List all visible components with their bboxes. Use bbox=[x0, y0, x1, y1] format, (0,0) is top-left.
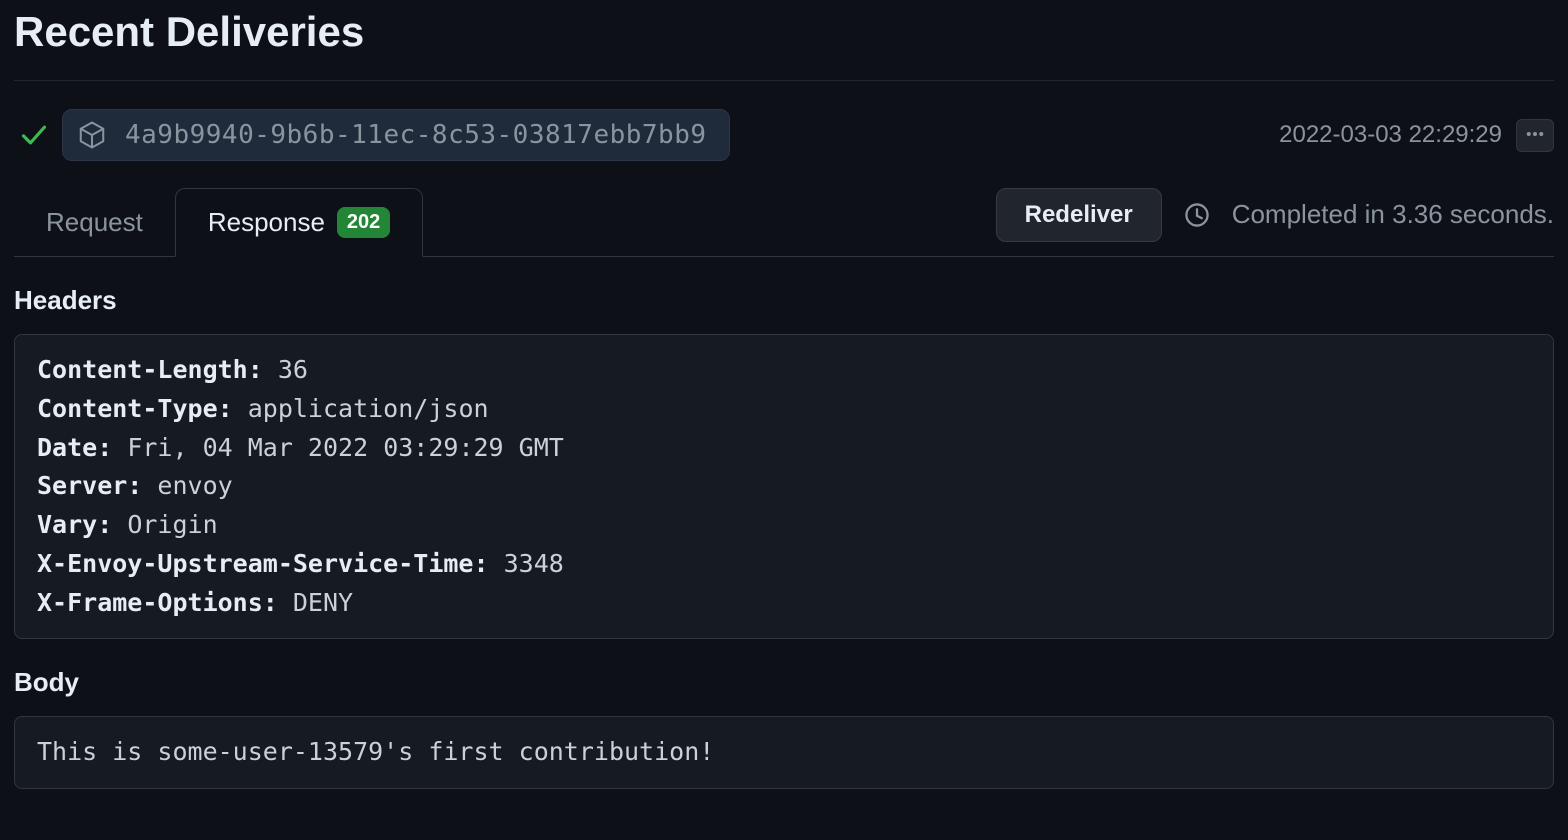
headers-block: Content-Length: 36Content-Type: applicat… bbox=[14, 334, 1554, 639]
header-line: Content-Type: application/json bbox=[37, 390, 1531, 429]
package-icon bbox=[77, 120, 107, 150]
header-value: Origin bbox=[112, 510, 217, 539]
header-line: X-Envoy-Upstream-Service-Time: 3348 bbox=[37, 545, 1531, 584]
header-name: Vary: bbox=[37, 510, 112, 539]
body-heading: Body bbox=[14, 667, 1554, 698]
header-name: Content-Type: bbox=[37, 394, 233, 423]
body-block: This is some-user-13579's first contribu… bbox=[14, 716, 1554, 789]
completed-text: Completed in 3.36 seconds. bbox=[1232, 199, 1554, 230]
header-name: X-Frame-Options: bbox=[37, 588, 278, 617]
header-name: Content-Length: bbox=[37, 355, 263, 384]
tab-request[interactable]: Request bbox=[14, 189, 175, 256]
redeliver-button[interactable]: Redeliver bbox=[996, 188, 1162, 242]
header-line: Vary: Origin bbox=[37, 506, 1531, 545]
tabs-row: Request Response 202 Redeliver Completed… bbox=[14, 187, 1554, 257]
kebab-icon bbox=[1525, 124, 1545, 147]
header-line: Date: Fri, 04 Mar 2022 03:29:29 GMT bbox=[37, 429, 1531, 468]
tab-response-label: Response bbox=[208, 207, 325, 238]
header-name: Server: bbox=[37, 471, 142, 500]
header-line: Content-Length: 36 bbox=[37, 351, 1531, 390]
delivery-id: 4a9b9940-9b6b-11ec-8c53-03817ebb7bb9 bbox=[125, 120, 707, 150]
header-value: envoy bbox=[142, 471, 232, 500]
header-value: 36 bbox=[263, 355, 308, 384]
status-badge: 202 bbox=[337, 207, 390, 238]
delivery-menu-button[interactable] bbox=[1516, 119, 1554, 152]
header-value: application/json bbox=[233, 394, 489, 423]
header-value: 3348 bbox=[489, 549, 564, 578]
header-name: X-Envoy-Upstream-Service-Time: bbox=[37, 549, 489, 578]
header-line: Server: envoy bbox=[37, 467, 1531, 506]
clock-icon bbox=[1184, 202, 1210, 228]
delivery-row: 4a9b9940-9b6b-11ec-8c53-03817ebb7bb9 202… bbox=[14, 81, 1554, 179]
page-title: Recent Deliveries bbox=[14, 8, 1554, 81]
header-name: Date: bbox=[37, 433, 112, 462]
header-line: X-Frame-Options: DENY bbox=[37, 584, 1531, 623]
header-value: Fri, 04 Mar 2022 03:29:29 GMT bbox=[112, 433, 564, 462]
headers-heading: Headers bbox=[14, 285, 1554, 316]
tab-request-label: Request bbox=[46, 207, 143, 238]
tab-response[interactable]: Response 202 bbox=[175, 188, 423, 257]
header-value: DENY bbox=[278, 588, 353, 617]
delivery-pill[interactable]: 4a9b9940-9b6b-11ec-8c53-03817ebb7bb9 bbox=[62, 109, 730, 161]
check-icon bbox=[20, 121, 48, 149]
delivery-timestamp: 2022-03-03 22:29:29 bbox=[1279, 121, 1502, 149]
